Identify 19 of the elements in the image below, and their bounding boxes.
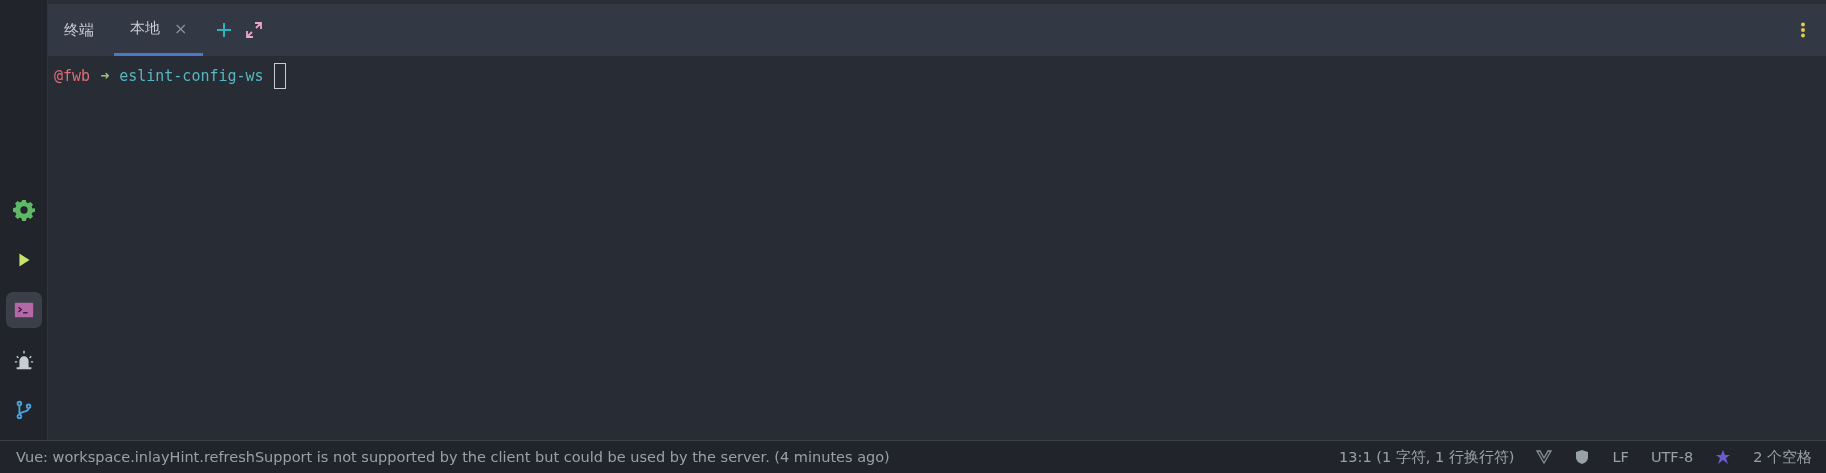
close-icon[interactable]: × xyxy=(174,19,188,38)
prompt-user: @fwb xyxy=(54,67,91,85)
cursor-position[interactable]: 13:1 (1 字符, 1 行换行符) xyxy=(1339,447,1515,467)
status-message: Vue: workspace.inlayHint.refreshSupport is not supported by the client but could be used by the server. (4 minutes ago) xyxy=(16,449,891,465)
prompt-directory: eslint-config-ws xyxy=(119,67,264,85)
indent-setting[interactable]: 2 个空格 xyxy=(1753,447,1812,467)
alarm-icon xyxy=(12,349,35,371)
expand-icon[interactable] xyxy=(245,21,264,39)
star-icon[interactable] xyxy=(1715,449,1732,465)
tool-window-title: 终端 xyxy=(64,20,94,40)
more-icon[interactable] xyxy=(1800,22,1806,38)
file-encoding[interactable]: UTF-8 xyxy=(1650,449,1694,465)
tab[interactable]: 本地 × xyxy=(114,4,204,56)
prompt-arrow: ➜ xyxy=(100,67,110,85)
line-separator[interactable]: LF xyxy=(1612,449,1629,465)
vue-icon[interactable] xyxy=(1536,449,1553,465)
add-icon[interactable] xyxy=(215,21,234,39)
gear-icon xyxy=(12,199,35,221)
shield-icon[interactable] xyxy=(1574,449,1591,465)
